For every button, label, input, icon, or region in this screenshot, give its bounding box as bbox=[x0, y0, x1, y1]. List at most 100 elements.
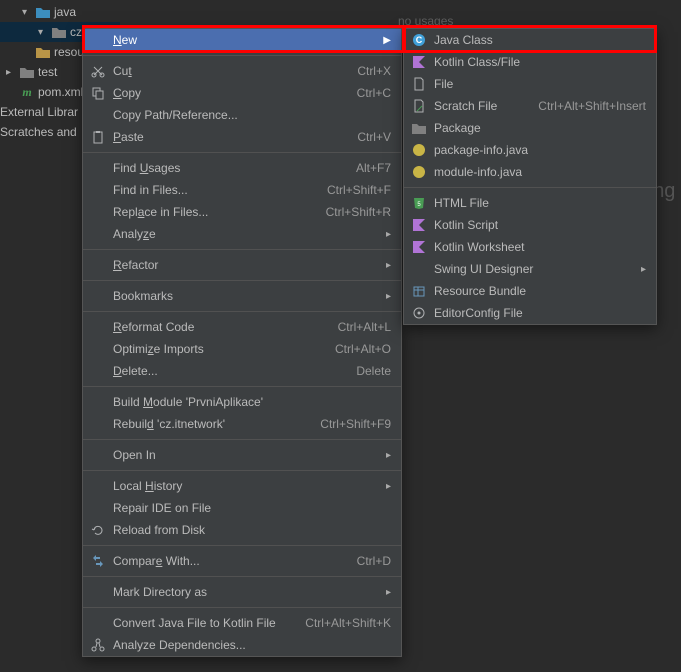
submenu-package[interactable]: Package bbox=[404, 117, 656, 139]
paste-icon bbox=[89, 129, 107, 145]
menu-reformat[interactable]: Reformat Code Ctrl+Alt+L bbox=[83, 316, 401, 338]
menu-repair[interactable]: Repair IDE on File bbox=[83, 497, 401, 519]
blank-icon bbox=[89, 584, 107, 600]
menu-label: Kotlin Worksheet bbox=[434, 240, 646, 254]
submenu-scratch[interactable]: Scratch File Ctrl+Alt+Shift+Insert bbox=[404, 95, 656, 117]
tree-label: resou bbox=[54, 45, 84, 59]
menu-separator bbox=[83, 576, 401, 577]
menu-label: Copy Path/Reference... bbox=[113, 108, 391, 122]
menu-label: Local History bbox=[113, 479, 380, 493]
menu-optimize[interactable]: Optimize Imports Ctrl+Alt+O bbox=[83, 338, 401, 360]
submenu-kotlin-class[interactable]: Kotlin Class/File bbox=[404, 51, 656, 73]
menu-new[interactable]: New ▶ bbox=[83, 29, 401, 51]
blank-icon bbox=[89, 160, 107, 176]
menu-shortcut: Ctrl+Shift+F9 bbox=[320, 417, 391, 431]
submenu-kotlin-script[interactable]: Kotlin Script bbox=[404, 214, 656, 236]
blank-icon bbox=[89, 204, 107, 220]
submenu-html[interactable]: 5 HTML File bbox=[404, 192, 656, 214]
menu-analyze[interactable]: Analyze ▸ bbox=[83, 223, 401, 245]
menu-label: Kotlin Script bbox=[434, 218, 646, 232]
menu-mark-directory[interactable]: Mark Directory as ▸ bbox=[83, 581, 401, 603]
submenu-file[interactable]: File bbox=[404, 73, 656, 95]
menu-build-module[interactable]: Build Module 'PrvniAplikace' bbox=[83, 391, 401, 413]
menu-label: Package bbox=[434, 121, 646, 135]
analyze-icon bbox=[89, 637, 107, 653]
menu-separator bbox=[83, 152, 401, 153]
menu-label: Find Usages bbox=[113, 161, 356, 175]
chevron-right-icon: ▸ bbox=[386, 587, 391, 598]
menu-label: Reformat Code bbox=[113, 320, 338, 334]
submenu-swing[interactable]: Swing UI Designer ▸ bbox=[404, 258, 656, 280]
menu-open-in[interactable]: Open In ▸ bbox=[83, 444, 401, 466]
menu-convert-kotlin[interactable]: Convert Java File to Kotlin File Ctrl+Al… bbox=[83, 612, 401, 634]
caret-down-icon: ▾ bbox=[38, 27, 48, 38]
menu-label: Find in Files... bbox=[113, 183, 327, 197]
menu-compare[interactable]: Compare With... Ctrl+D bbox=[83, 550, 401, 572]
menu-shortcut: Ctrl+Shift+F bbox=[327, 183, 391, 197]
menu-copypath[interactable]: Copy Path/Reference... bbox=[83, 104, 401, 126]
menu-label: Swing UI Designer bbox=[434, 262, 635, 276]
menu-label: Java Class bbox=[434, 33, 646, 47]
menu-shortcut: Ctrl+X bbox=[357, 64, 391, 78]
menu-paste[interactable]: Paste Ctrl+V bbox=[83, 126, 401, 148]
editorconfig-icon bbox=[410, 305, 428, 321]
submenu-modinfo[interactable]: module-info.java bbox=[404, 161, 656, 183]
submenu-resource-bundle[interactable]: Resource Bundle bbox=[404, 280, 656, 302]
menu-reload[interactable]: Reload from Disk bbox=[83, 519, 401, 541]
blank-icon bbox=[89, 615, 107, 631]
submenu-java-class[interactable]: C Java Class bbox=[404, 29, 656, 51]
menu-label: Refactor bbox=[113, 258, 380, 272]
new-submenu: C Java Class Kotlin Class/File File Scra… bbox=[403, 28, 657, 325]
menu-refactor[interactable]: Refactor ▸ bbox=[83, 254, 401, 276]
menu-replace-files[interactable]: Replace in Files... Ctrl+Shift+R bbox=[83, 201, 401, 223]
menu-label: Rebuild 'cz.itnetwork' bbox=[113, 417, 320, 431]
menu-bookmarks[interactable]: Bookmarks ▸ bbox=[83, 285, 401, 307]
kotlin-icon bbox=[410, 239, 428, 255]
menu-label: Convert Java File to Kotlin File bbox=[113, 616, 305, 630]
menu-shortcut: Ctrl+Alt+O bbox=[335, 342, 391, 356]
menu-label: HTML File bbox=[434, 196, 646, 210]
menu-label: package-info.java bbox=[434, 143, 646, 157]
class-icon: C bbox=[410, 32, 428, 48]
menu-shortcut: Ctrl+Alt+Shift+Insert bbox=[538, 99, 646, 113]
menu-shortcut: Alt+F7 bbox=[356, 161, 391, 175]
scratch-icon bbox=[410, 98, 428, 114]
menu-find-usages[interactable]: Find Usages Alt+F7 bbox=[83, 157, 401, 179]
tree-node-java[interactable]: ▾ java bbox=[0, 2, 120, 22]
menu-delete[interactable]: Delete... Delete bbox=[83, 360, 401, 382]
tree-label: Scratches and bbox=[0, 125, 77, 139]
menu-rebuild[interactable]: Rebuild 'cz.itnetwork' Ctrl+Shift+F9 bbox=[83, 413, 401, 435]
chevron-right-icon: ▶ bbox=[383, 35, 391, 46]
menu-label: Analyze Dependencies... bbox=[113, 638, 391, 652]
menu-label: Scratch File bbox=[434, 99, 538, 113]
menu-shortcut: Ctrl+Shift+R bbox=[326, 205, 391, 219]
java-file-icon bbox=[410, 142, 428, 158]
tree-label: External Librar bbox=[0, 105, 78, 119]
menu-find-files[interactable]: Find in Files... Ctrl+Shift+F bbox=[83, 179, 401, 201]
menu-copy[interactable]: Copy Ctrl+C bbox=[83, 82, 401, 104]
menu-shortcut: Ctrl+Alt+L bbox=[338, 320, 391, 334]
svg-text:C: C bbox=[416, 35, 423, 45]
chevron-right-icon: ▸ bbox=[386, 291, 391, 302]
submenu-editorconfig[interactable]: EditorConfig File bbox=[404, 302, 656, 324]
submenu-kotlin-worksheet[interactable]: Kotlin Worksheet bbox=[404, 236, 656, 258]
menu-cut[interactable]: Cut Ctrl+X bbox=[83, 60, 401, 82]
menu-label: File bbox=[434, 77, 646, 91]
submenu-pkginfo[interactable]: package-info.java bbox=[404, 139, 656, 161]
blank-icon bbox=[89, 394, 107, 410]
chevron-right-icon: ▸ bbox=[386, 481, 391, 492]
folder-icon bbox=[36, 5, 50, 19]
blank-icon bbox=[89, 500, 107, 516]
menu-label: Cut bbox=[113, 64, 357, 78]
menu-label: Paste bbox=[113, 130, 357, 144]
menu-shortcut: Ctrl+C bbox=[357, 86, 391, 100]
chevron-right-icon: ▸ bbox=[386, 260, 391, 271]
menu-local-history[interactable]: Local History ▸ bbox=[83, 475, 401, 497]
menu-analyze-deps[interactable]: Analyze Dependencies... bbox=[83, 634, 401, 656]
menu-label: Bookmarks bbox=[113, 289, 380, 303]
blank-icon bbox=[89, 182, 107, 198]
menu-label: module-info.java bbox=[434, 165, 646, 179]
menu-label: Open In bbox=[113, 448, 380, 462]
blank-icon bbox=[410, 261, 428, 277]
blank-icon bbox=[89, 447, 107, 463]
